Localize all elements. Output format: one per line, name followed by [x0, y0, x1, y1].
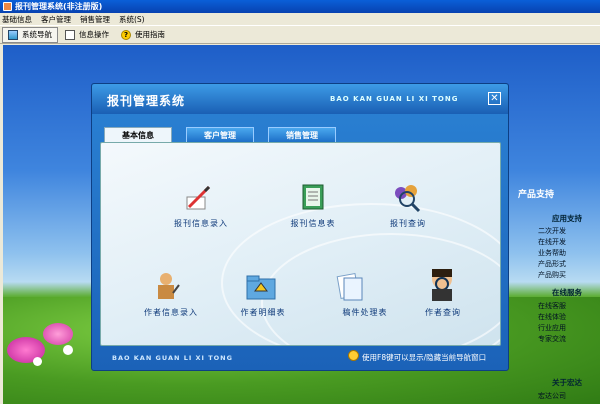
system-nav-button[interactable]: 系统导航	[2, 26, 58, 43]
support-link[interactable]: 产品形式	[538, 259, 566, 269]
menu-item-basic-info[interactable]: 基础信息	[2, 14, 32, 25]
user-guide-label: 使用指南	[135, 30, 165, 39]
func-author-detail[interactable]: 作者明细表	[223, 307, 303, 318]
flower-decoration	[33, 357, 42, 366]
func-newspaper-entry[interactable]: 报刊信息录入	[159, 218, 243, 229]
support-link[interactable]: 产品购买	[538, 270, 566, 280]
flower-decoration	[63, 345, 73, 355]
func-author-entry[interactable]: 作者信息录入	[129, 307, 213, 318]
author-entry-icon[interactable]	[151, 271, 181, 303]
toolbar: 系统导航 信息操作 ? 使用指南	[0, 25, 600, 44]
search-people-icon[interactable]	[391, 181, 423, 213]
support-link[interactable]: 在线开发	[538, 237, 566, 247]
tab-sales-mgmt[interactable]: 销售管理	[268, 127, 336, 143]
menu-item-system[interactable]: 系统(S)	[119, 14, 145, 25]
app-icon	[3, 2, 12, 11]
service-link[interactable]: 行业应用	[538, 323, 566, 333]
menu-item-sales-mgmt[interactable]: 销售管理	[80, 14, 110, 25]
monitor-icon	[8, 29, 18, 40]
window-title: 报刊管理系统(非注册版)	[15, 2, 103, 11]
pen-paper-icon[interactable]	[183, 183, 213, 213]
product-support-title: 产品支持	[518, 190, 555, 200]
info-ops-button[interactable]: 信息操作	[60, 27, 114, 43]
func-newspaper-query[interactable]: 报刊查询	[373, 218, 443, 229]
flower-decoration	[43, 323, 73, 345]
info-ops-label: 信息操作	[79, 30, 109, 39]
support-link[interactable]: 二次开发	[538, 226, 566, 236]
dialog-pinyin-header: BAO KAN GUAN LI XI TONG	[330, 95, 459, 103]
func-author-query[interactable]: 作者查询	[411, 307, 475, 318]
func-manuscript-processing[interactable]: 稿件处理表	[323, 307, 407, 318]
section-app-support: 应用支持	[552, 214, 582, 223]
dialog-title: 报刊管理系统	[107, 94, 186, 108]
service-link[interactable]: 在线体验	[538, 312, 566, 322]
dialog-content-area: 报刊信息录入 报刊信息表 报刊查询 作者信息录入 作者明细表 稿件处理表 作者查…	[100, 142, 501, 346]
support-link[interactable]: 业务帮助	[538, 248, 566, 258]
dialog-header: 报刊管理系统 BAO KAN GUAN LI XI TONG ✕	[92, 84, 508, 114]
user-guide-button[interactable]: ? 使用指南	[116, 27, 170, 43]
close-button[interactable]: ✕	[488, 92, 501, 105]
f8-tip: 使用F8键可以显示/隐藏当前导航窗口	[362, 353, 487, 362]
lightbulb-icon	[348, 350, 359, 361]
notebook-icon[interactable]	[297, 181, 329, 213]
dialog-footer-pinyin: BAO KAN GUAN LI XI TONG	[112, 354, 233, 362]
service-link[interactable]: 在线客服	[538, 301, 566, 311]
section-online-service: 在线服务	[552, 288, 582, 297]
product-support-panel: 产品支持 应用支持 二次开发 在线开发 业务帮助 产品形式 产品购买 在线服务 …	[508, 135, 600, 404]
menu-bar: 基础信息 客户管理 销售管理 系统(S)	[0, 13, 600, 25]
window-titlebar: 报刊管理系统(非注册版)	[0, 0, 600, 13]
help-icon: ?	[121, 29, 131, 40]
folder-icon[interactable]	[245, 271, 277, 303]
author-query-icon[interactable]	[425, 267, 459, 303]
service-link[interactable]: 专家交流	[538, 334, 566, 344]
manuscript-icon[interactable]	[335, 271, 367, 303]
menu-item-customer-mgmt[interactable]: 客户管理	[41, 14, 71, 25]
tab-customer-mgmt[interactable]: 客户管理	[186, 127, 254, 143]
section-about: 关于宏达	[552, 378, 582, 387]
system-nav-label: 系统导航	[22, 30, 52, 39]
func-newspaper-table[interactable]: 报刊信息表	[273, 218, 353, 229]
navigation-dialog: 报刊管理系统 BAO KAN GUAN LI XI TONG ✕ 基本信息 客户…	[91, 83, 509, 371]
about-link[interactable]: 宏达公司	[538, 391, 566, 401]
tab-basic-info[interactable]: 基本信息	[104, 127, 172, 143]
document-icon	[65, 29, 75, 40]
